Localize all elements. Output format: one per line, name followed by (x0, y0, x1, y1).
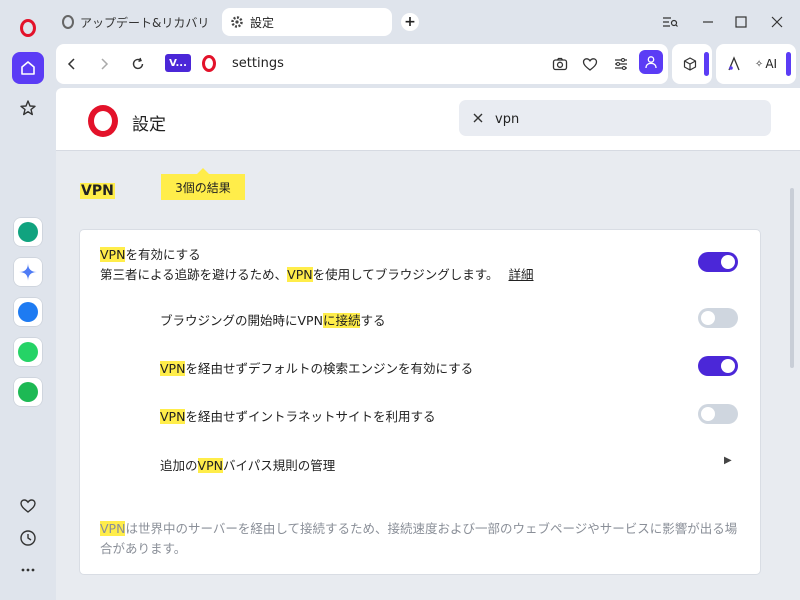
settings-search (459, 100, 771, 136)
chatgpt-icon[interactable] (12, 216, 44, 248)
results-count-bubble: 3個の結果 (161, 168, 245, 200)
opera-logo-icon (88, 105, 118, 137)
vpn-autoconnect-label: ブラウジングの開始時にVPNに接続する (160, 313, 386, 328)
aria-bar: ✧ AI (716, 44, 796, 84)
gear-icon (230, 15, 244, 29)
heart-icon[interactable] (578, 52, 602, 76)
url-text[interactable]: settings (232, 56, 284, 71)
scrollbar[interactable] (790, 188, 794, 368)
tab-update-recovery[interactable]: アップデート&リカバリ (62, 8, 209, 36)
vpn-enable-toggle[interactable] (698, 252, 738, 272)
new-tab-button[interactable]: + (401, 13, 419, 31)
vpn-note: VPNは世界中のサーバーを経由して接続するため、接続速度および一部のウェブページ… (100, 521, 738, 556)
tab-settings[interactable]: 設定 (222, 8, 392, 36)
extension-bar (672, 44, 712, 84)
settings-page: 設定 VPN 3個の結果 VPNを有効にする 第三者による追跡を避けるため、VP… (56, 88, 800, 600)
tab-search-icon[interactable] (658, 10, 682, 34)
vpn-enable-description: 第三者による追跡を避けるため、VPNを使用してブラウジングします。 詳細 (100, 267, 534, 282)
close-window-button[interactable] (765, 10, 789, 34)
more-icon[interactable] (12, 554, 44, 586)
messenger-icon[interactable] (12, 296, 44, 328)
home-icon[interactable] (12, 52, 44, 84)
opera-logo-icon[interactable] (12, 12, 44, 44)
section-title: VPN (80, 183, 115, 199)
spotify-icon[interactable] (12, 376, 44, 408)
gemini-icon[interactable] (12, 256, 44, 288)
aria-icon[interactable] (722, 52, 746, 76)
search-input[interactable] (493, 108, 757, 130)
extension-indicator (786, 52, 791, 76)
tab-label: 設定 (250, 15, 275, 30)
opera-logo-icon (202, 55, 216, 72)
extension-indicator (704, 52, 709, 76)
vpn-enable-label: VPNを有効にする (100, 247, 201, 262)
chevron-right-icon[interactable]: ▶ (724, 455, 732, 466)
address-bar: V... settings (56, 44, 668, 84)
back-icon[interactable] (60, 52, 84, 76)
ai-button[interactable]: ✧ AI (750, 52, 782, 76)
sidebar (0, 0, 56, 600)
vpn-bypass-intranet-label: VPNを経由せずイントラネットサイトを利用する (160, 409, 436, 424)
vpn-settings-card: VPNを有効にする 第三者による追跡を避けるため、VPNを使用してブラウジングし… (80, 230, 760, 574)
cube-icon[interactable] (678, 52, 702, 76)
easy-setup-icon[interactable] (609, 52, 633, 76)
page-title: 設定 (132, 115, 166, 135)
tab-label: アップデート&リカバリ (80, 15, 210, 30)
clear-search-icon[interactable] (469, 109, 487, 127)
ai-label: AI (765, 57, 778, 71)
star-icon[interactable] (12, 92, 44, 124)
opera-logo-icon (62, 15, 74, 29)
settings-header: 設定 (56, 88, 800, 151)
camera-icon[interactable] (548, 52, 572, 76)
heart-icon[interactable] (12, 490, 44, 522)
maximize-button[interactable] (729, 10, 753, 34)
whatsapp-icon[interactable] (12, 336, 44, 368)
forward-icon[interactable] (92, 52, 116, 76)
account-icon[interactable] (639, 50, 663, 74)
history-icon[interactable] (12, 522, 44, 554)
vpn-bypass-rules-link[interactable]: 追加のVPNバイパス規則の管理 (160, 455, 335, 474)
tab-bar: アップデート&リカバリ 設定 + (56, 0, 800, 44)
minimize-button[interactable] (696, 10, 720, 34)
vpn-bypass-search-toggle[interactable] (698, 356, 738, 376)
vpn-bypass-search-label: VPNを経由せずデフォルトの検索エンジンを有効にする (160, 361, 474, 376)
reload-icon[interactable] (126, 52, 150, 76)
learn-more-link[interactable]: 詳細 (508, 267, 533, 282)
vpn-bypass-intranet-toggle[interactable] (698, 404, 738, 424)
vpn-badge[interactable]: V... (165, 54, 191, 72)
vpn-autoconnect-toggle[interactable] (698, 308, 738, 328)
